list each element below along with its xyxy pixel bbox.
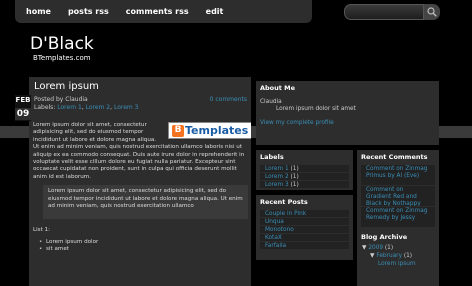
recent-post-link[interactable]: Farfalla [260,242,349,250]
widget-title: Labels [260,153,284,161]
blog-archive-widget: Blog Archive ▼ 2009 (1) ▼ February (1) L… [357,230,439,286]
about-me-widget: About Me Claudia Lorem ipsum dolor sit a… [256,81,439,145]
comments-link[interactable]: 0 comments [210,96,247,103]
widget-title: Recent Comments [361,153,428,161]
list-item: Lorem ipsum dolor [39,239,247,247]
labels-list: Lorem 1 (1) Lorem 2 (1) Lorem 3 (1) [260,165,349,189]
btemplates-logo[interactable]: B Templates [168,122,251,139]
archive-month-count: (1) [403,253,413,259]
label-name[interactable]: Lorem 1 [265,166,289,172]
list-title: List 1: [33,227,50,234]
label-count: (1) [290,166,299,172]
archive-year-label[interactable]: 2009 [368,245,383,251]
nav-comments-rss-link[interactable]: comments rss [126,7,189,16]
post-blockquote: Lorem ipsum dolor sit amet, consectetur … [43,185,248,220]
list-item: sit amet [39,246,247,254]
recent-posts-list: Couple in Pink Unqua Monotono KotaX Farf… [260,210,349,250]
post-author: Posted by Claudia [34,96,88,103]
post-title[interactable]: Lorem ipsum [34,81,99,92]
post-list: Lorem ipsum dolor sit amet [33,239,247,254]
blog-description: BTemplates.com [33,54,91,62]
label-count: (1) [290,182,299,188]
recent-comment-link[interactable]: Comment on Zinmag Remedy by Jessy [361,207,435,228]
date-day: 09 [15,108,31,120]
label-item[interactable]: Lorem 1 (1) [260,165,349,173]
nav-edit-link[interactable]: edit [206,7,224,16]
widget-title: Recent Posts [260,198,308,206]
post-labels-prefix: Labels: [34,104,56,111]
widget-title: Blog Archive [361,233,408,241]
search-button[interactable] [424,4,440,20]
view-profile-link[interactable]: View my complete profile [260,120,439,126]
date-badge: FEB 09 [15,95,31,121]
logo-letter: B [172,124,184,137]
post-paragraph: Ut enim ad minim veniam, quis nostrud ex… [33,144,245,180]
date-month: FEB [15,96,31,104]
recent-comment-link[interactable]: Comment on Gradient Red and Black by Not… [361,186,435,207]
label-count: (1) [290,174,299,180]
label-item[interactable]: Lorem 3 (1) [260,181,349,189]
search-box [344,4,440,20]
about-name: Claudia [260,99,282,105]
post-label-link[interactable]: Lorem 1 [57,104,82,111]
recent-posts-widget: Recent Posts Couple in Pink Unqua Monoto… [256,195,353,260]
post: Lorem ipsum Posted by Claudia Labels: Lo… [29,77,251,286]
label-name[interactable]: Lorem 2 [265,174,289,180]
recent-post-link[interactable]: Couple in Pink [260,210,349,218]
recent-comments-widget: Recent Comments Comment on Zinmag Primus… [357,150,439,230]
nav-posts-rss-link[interactable]: posts rss [68,7,109,16]
archive-year[interactable]: ▼ 2009 (1) [362,244,439,252]
post-paragraph: Lorem ipsum dolor sit amet, consectetur … [33,122,157,143]
triangle-down-icon[interactable]: ▼ [370,253,374,259]
blog-title[interactable]: D'Black [30,34,94,54]
logo-text: Templates [185,123,249,137]
recent-post-link[interactable]: KotaX [260,234,349,242]
archive-tree: ▼ 2009 (1) ▼ February (1) Lorem ipsum [362,244,439,268]
labels-widget: Labels Lorem 1 (1) Lorem 2 (1) Lorem 3 (… [256,150,353,190]
recent-post-link[interactable]: Unqua [260,218,349,226]
recent-comments-list: Comment on Zinmag Primus by Al (Eve) Com… [361,165,435,228]
post-label-link[interactable]: Lorem 2 [86,104,111,111]
widget-title: About Me [260,84,296,92]
post-meta: Posted by Claudia Labels: Lorem 1, Lorem… [34,96,138,111]
recent-comment-link[interactable]: Comment on Zinmag Primus by Al (Eve) [361,165,435,186]
archive-month[interactable]: ▼ February (1) [370,252,439,260]
archive-month-label[interactable]: February [376,253,402,259]
about-bio: Lorem ipsum dolor sit amet [276,106,356,112]
top-navigation: home posts rss comments rss edit [15,0,312,23]
post-body: B Templates Lorem ipsum dolor sit amet, … [33,122,251,254]
label-name[interactable]: Lorem 3 [265,182,289,188]
triangle-down-icon[interactable]: ▼ [362,245,366,251]
post-label-link[interactable]: Lorem 3 [114,104,139,111]
search-icon [427,7,437,17]
post-labels: Labels: Lorem 1, Lorem 2, Lorem 3 [34,104,139,111]
recent-post-link[interactable]: Monotono [260,226,349,234]
nav-home-link[interactable]: home [26,7,51,16]
archive-post-link[interactable]: Lorem ipsum [378,260,439,268]
label-item[interactable]: Lorem 2 (1) [260,173,349,181]
archive-year-count: (1) [384,245,394,251]
search-input[interactable] [344,4,424,20]
